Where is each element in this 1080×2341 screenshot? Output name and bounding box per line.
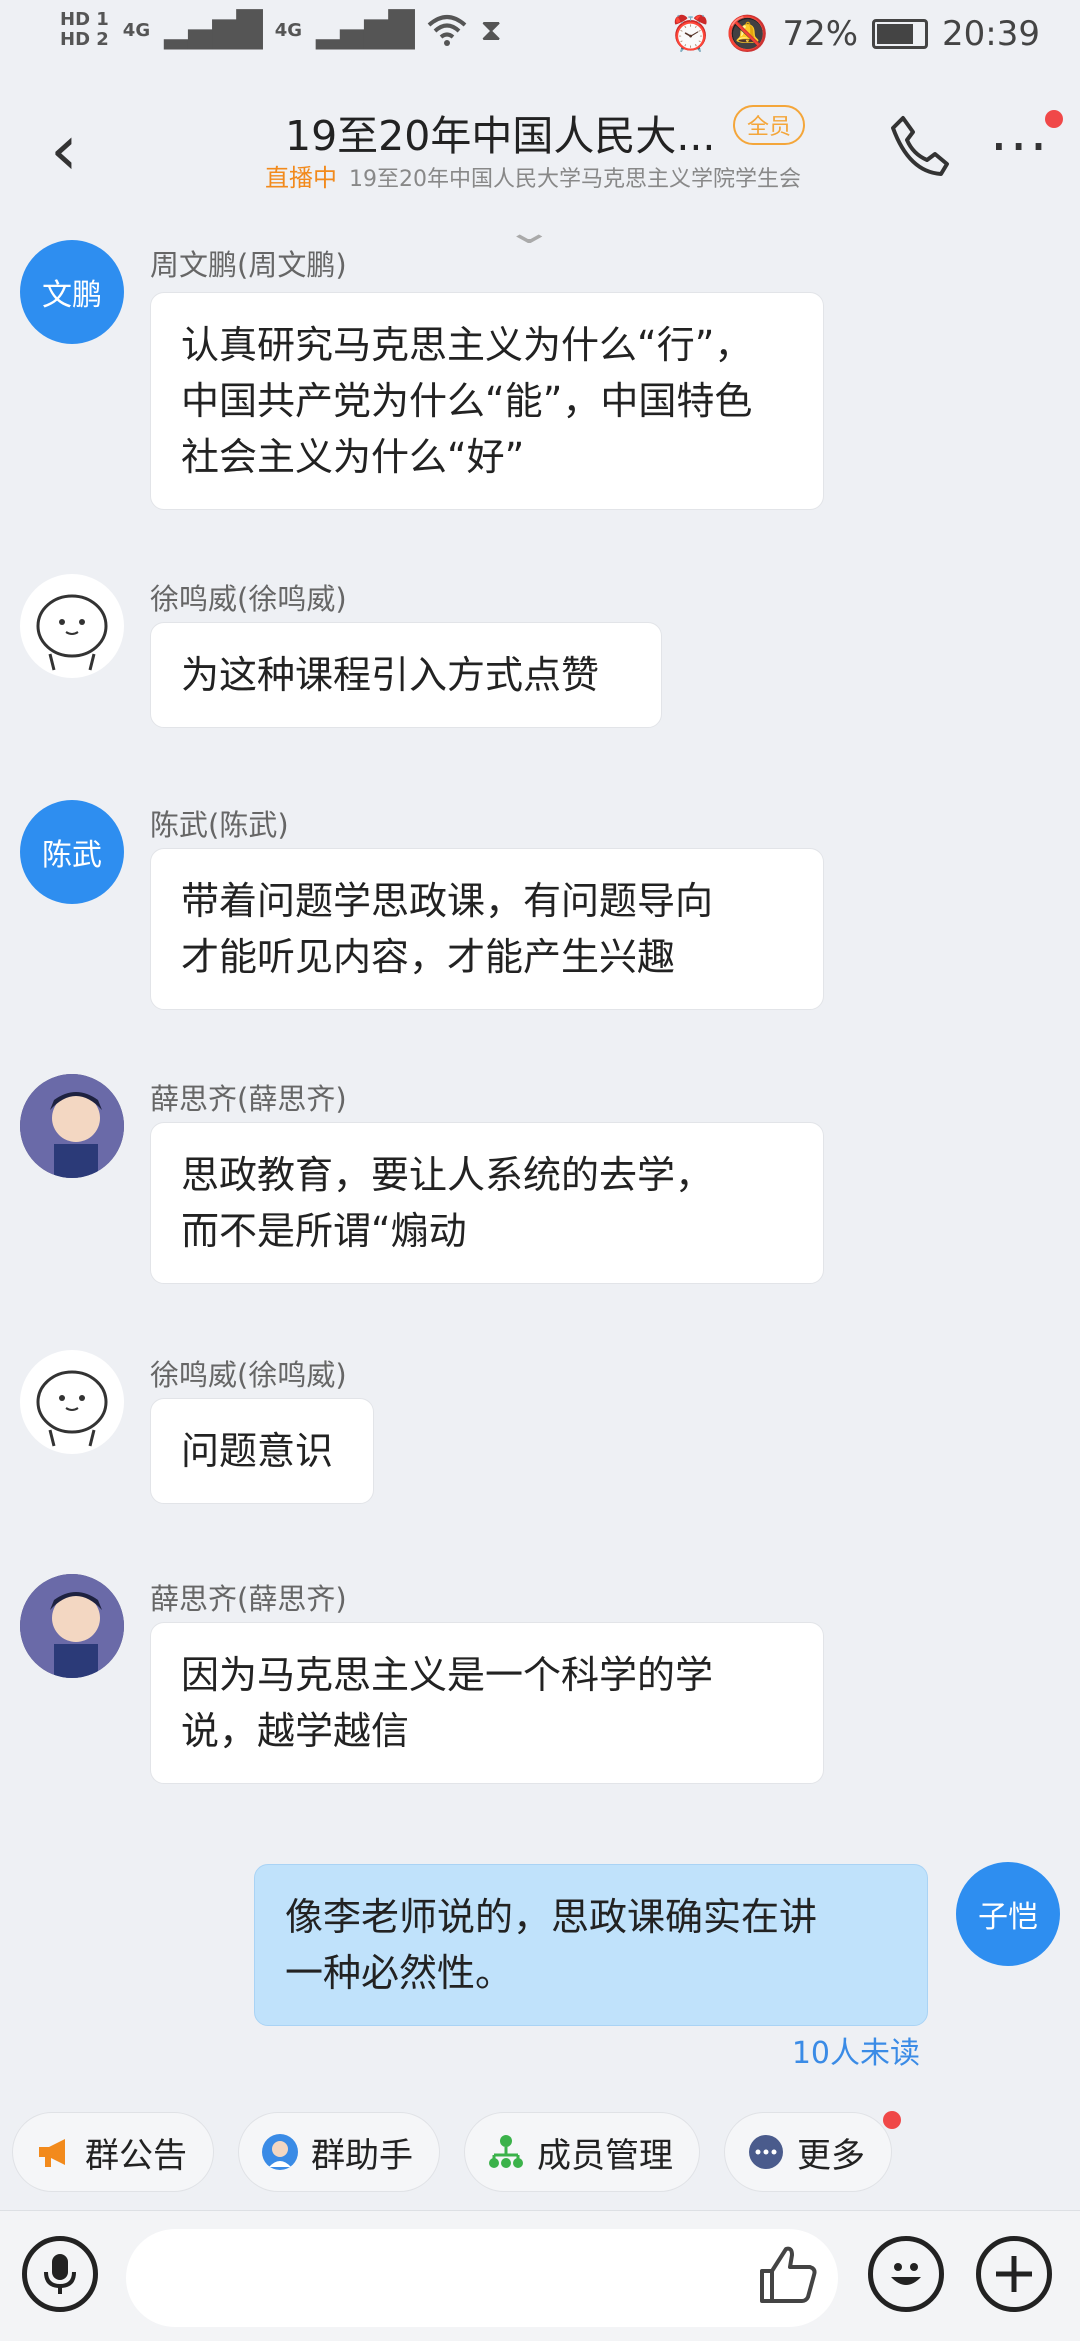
anime-avatar-icon [20,1574,124,1678]
notification-dot [883,2111,901,2129]
chip-label: 群助手 [311,2135,413,2176]
avatar-initials: 文鹏 [42,278,102,313]
avatar[interactable]: 文鹏 [20,240,124,344]
quick-actions-bar: 群公告 群助手 成员管理 更多 [12,2111,901,2192]
voice-button[interactable] [22,2236,98,2312]
emoji-button[interactable] [868,2236,944,2312]
message-bubble[interactable]: 为这种课程引入方式点赞 [150,622,662,728]
message-bubble[interactable]: 思政教育，要让人系统的去学， 而不是所谓“煽动 [150,1122,824,1284]
my-avatar[interactable]: 子恺 [956,1862,1060,1966]
message-input[interactable] [126,2229,838,2327]
message-line: 像李老师说的，思政课确实在讲 [285,1895,818,1939]
battery-icon [872,19,929,49]
announcement-button[interactable]: 群公告 [12,2112,214,2192]
message-line: 社会主义为什么“好” [181,435,525,479]
avatar[interactable] [20,1350,124,1454]
sender-name: 陈武(陈武) [150,808,289,842]
phone-icon[interactable] [885,110,955,180]
message-bubble[interactable]: 因为马克思主义是一个科学的学 说，越学越信 [150,1622,824,1784]
signal-icon: ▂▄▆█ [316,10,415,50]
member-management-button[interactable]: 成员管理 [464,2112,700,2192]
more-button[interactable]: 更多 [724,2111,901,2192]
message-line: 带着问题学思政课，有问题导向 [181,879,714,923]
subtitle-text: 19至20年中国人民大学马克思主义学院学生会 [349,167,801,192]
chip-label: 群公告 [85,2135,187,2176]
network-type-1: 4G [122,19,151,41]
status-bar: HD 1 HD 2 4G ▂▄▆█ 4G ▂▄▆█ ⧗ ⏰ 🔕 72% 20:3… [0,0,1080,80]
unread-count[interactable]: 10人未读 [792,2028,920,2072]
message-bubble[interactable]: 认真研究马克思主义为什么“行”， 中国共产党为什么“能”，中国特色 社会主义为什… [150,292,824,510]
thumbs-up-icon[interactable] [756,2241,822,2307]
clock: 20:39 [942,14,1040,54]
cartoon-avatar-icon [36,594,108,671]
signal-icon: ▂▄▆█ [164,10,263,50]
message-bubble[interactable]: 问题意识 [150,1398,374,1504]
anime-avatar-icon [20,1074,124,1178]
my-message-bubble[interactable]: 像李老师说的，思政课确实在讲 一种必然性。 [254,1864,928,2026]
avatar[interactable] [20,1574,124,1678]
chip-label: 成员管理 [537,2135,673,2176]
member-badge: 全员 [733,105,806,145]
plus-icon [996,2256,1032,2292]
sender-name: 周文鹏(周文鹏) [150,248,347,282]
wifi-icon [427,15,466,46]
message-line: 才能听见内容，才能产生兴趣 [181,935,676,979]
message-line: 因为马克思主义是一个科学的学 [181,1653,714,1697]
add-button[interactable] [976,2236,1052,2312]
message-line: 认真研究马克思主义为什么“行”， [181,323,753,367]
back-icon[interactable]: ‹ [50,110,100,190]
message-line: 思政教育，要让人系统的去学， [181,1153,714,1197]
message-line: 说，越学越信 [181,1709,410,1753]
chat-title[interactable]: 19至20年中国人民大... [285,102,715,162]
chat-header: ‹ 19至20年中国人民大... 全员 直播中 19至20年中国人民大学马克思主义… [0,80,1080,230]
avatar-initials: 子恺 [978,1900,1038,1935]
network-type-2: 4G [274,19,303,41]
sender-name: 薛思齐(薛思齐) [150,1582,347,1616]
chevron-down-icon[interactable]: ⌄ [504,212,555,252]
megaphone-icon [35,2133,73,2171]
message-bubble[interactable]: 带着问题学思政课，有问题导向 才能听见内容，才能产生兴趣 [150,848,824,1010]
avatar[interactable] [20,1074,124,1178]
chip-label: 更多 [797,2135,865,2176]
sender-name: 薛思齐(薛思齐) [150,1082,347,1116]
hourglass-icon: ⧗ [480,12,502,48]
hd-indicator: HD 1 HD 2 [60,10,109,50]
avatar[interactable]: 陈武 [20,800,124,904]
chat-subtitle[interactable]: 直播中 19至20年中国人民大学马克思主义学院学生会 [265,158,801,193]
hd2-label: HD 2 [60,29,109,50]
assistant-icon [261,2133,299,2171]
more-icon [747,2133,785,2171]
member-tree-icon [487,2133,525,2171]
hd1-label: HD 1 [60,9,109,30]
message-line: 一种必然性。 [285,1951,514,1995]
message-line: 中国共产党为什么“能”，中国特色 [181,379,753,423]
cartoon-avatar-icon [36,1370,108,1447]
microphone-icon [44,2254,76,2294]
avatar[interactable] [20,574,124,678]
message-line: 而不是所谓“煽动 [181,1209,467,1253]
notification-dot [1045,110,1063,128]
message-line: 问题意识 [181,1429,334,1473]
live-label: 直播中 [265,164,337,192]
input-bar [0,2210,1080,2341]
mute-icon: 🔕 [726,14,769,54]
alarm-icon: ⏰ [669,14,713,54]
sender-name: 徐鸣威(徐鸣威) [150,1358,347,1392]
emoji-icon [891,2263,921,2285]
group-assistant-button[interactable]: 群助手 [238,2112,440,2192]
avatar-initials: 陈武 [42,838,102,873]
more-options-icon[interactable]: ··· [990,120,1049,176]
message-line: 为这种课程引入方式点赞 [181,653,600,697]
battery-percent: 72% [782,14,859,54]
sender-name: 徐鸣威(徐鸣威) [150,582,347,616]
